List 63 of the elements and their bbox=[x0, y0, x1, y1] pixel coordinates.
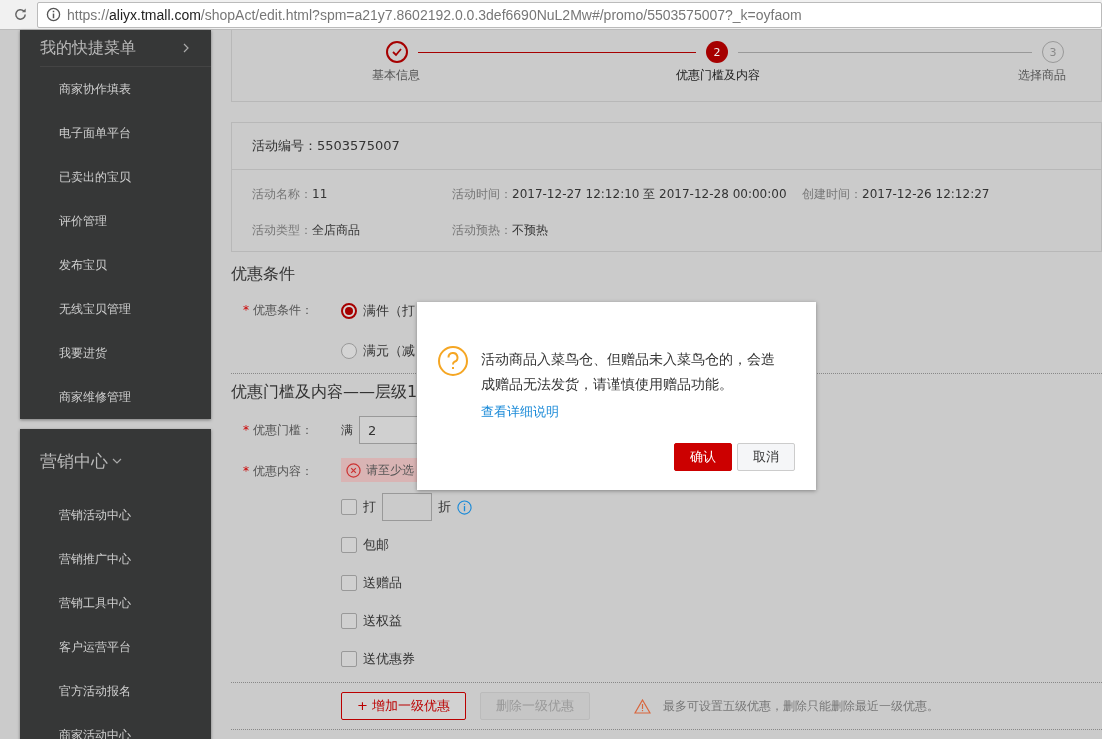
confirm-button[interactable]: 确认 bbox=[674, 443, 732, 471]
activity-id: 活动编号：5503575007 bbox=[252, 137, 400, 155]
section-title: 优惠条件 bbox=[231, 264, 296, 285]
info-field: 活动类型：全店商品 bbox=[252, 222, 452, 239]
required-mark: * bbox=[243, 464, 249, 478]
checkbox-label: 打 bbox=[363, 498, 376, 516]
cancel-button[interactable]: 取消 bbox=[737, 443, 795, 471]
checkbox-label: 包邮 bbox=[363, 536, 389, 554]
info-field: 活动预热：不预热 bbox=[452, 222, 802, 239]
step-label[interactable]: 选择商品 bbox=[983, 67, 1101, 84]
checkbox[interactable] bbox=[341, 575, 357, 591]
info-icon bbox=[46, 7, 61, 22]
url-text: https://aliyx.tmall.com/shopAct/edit.html?spm=a21y7.8602192.0.0.3def6690NuL2Mw#/promo/5503575007?_k=oyfaom bbox=[67, 6, 802, 23]
section-title: 优惠门槛及内容——层级1 bbox=[231, 382, 418, 403]
sidebar-item[interactable]: 评价管理 bbox=[20, 199, 211, 243]
add-level-button[interactable]: + 增加一级优惠 bbox=[341, 692, 467, 720]
sidebar-item[interactable]: 无线宝贝管理 bbox=[20, 287, 211, 331]
form-label: 优惠条件： bbox=[253, 303, 313, 317]
details-link[interactable]: 查看详细说明 bbox=[481, 404, 559, 419]
sidebar-item[interactable]: 我要进货 bbox=[20, 331, 211, 375]
question-icon bbox=[437, 345, 469, 377]
required-mark: * bbox=[243, 303, 249, 317]
threshold-prefix: 满 bbox=[341, 421, 353, 439]
address-field[interactable]: https://aliyx.tmall.com/shopAct/edit.html?spm=a21y7.8602192.0.0.3def6690NuL2Mw#/promo/5503575007?_k=oyfaom bbox=[37, 1, 1102, 28]
radio-option[interactable]: 满件（打 bbox=[341, 302, 415, 320]
step-label[interactable]: 基本信息 bbox=[337, 67, 455, 84]
checkbox[interactable] bbox=[341, 499, 357, 515]
checkbox-label: 送优惠券 bbox=[363, 650, 415, 668]
step-number: 2 bbox=[706, 41, 728, 63]
sidebar-item[interactable]: 已卖出的宝贝 bbox=[20, 155, 211, 199]
sidebar-item[interactable]: 商家协作填表 bbox=[20, 67, 211, 111]
sidebar-item[interactable]: 商家维修管理 bbox=[20, 375, 211, 419]
sidebar-item[interactable]: 营销推广中心 bbox=[20, 537, 211, 581]
radio-option[interactable]: 满元（减 bbox=[341, 342, 415, 360]
sidebar-item[interactable]: 营销工具中心 bbox=[20, 581, 211, 625]
dialog-message: 活动商品入菜鸟仓、但赠品未入菜鸟仓的，会造成赠品无法发货，请谨慎使用赠品功能。 bbox=[481, 350, 776, 394]
notice-text: 最多可设置五级优惠，删除只能删除最近一级优惠。 bbox=[663, 697, 940, 715]
info-field: 活动时间：2017-12-27 12:12:10 至 2017-12-28 00:00:00 bbox=[452, 186, 802, 203]
error-icon bbox=[346, 462, 361, 478]
checkbox[interactable] bbox=[341, 537, 357, 553]
step-label[interactable]: 优惠门槛及内容 bbox=[658, 67, 777, 84]
sidebar-item[interactable]: 营销活动中心 bbox=[20, 493, 211, 537]
form-label: 优惠门槛： bbox=[253, 422, 313, 437]
info-field: 创建时间：2017-12-26 12:12:27 bbox=[802, 186, 1102, 203]
unit-label: 折 bbox=[438, 498, 451, 516]
warning-icon bbox=[634, 698, 652, 714]
error-message: 请至少选 bbox=[341, 458, 418, 482]
info-icon bbox=[457, 499, 472, 515]
sidebar-item[interactable]: 电子面单平台 bbox=[20, 111, 211, 155]
reload-icon bbox=[13, 7, 28, 22]
info-field: 活动名称：11 bbox=[252, 186, 452, 203]
sidebar-item[interactable]: 官方活动报名 bbox=[20, 669, 211, 713]
menu-section-title[interactable]: 我的快捷菜单 bbox=[40, 30, 211, 67]
checkbox-label: 送赠品 bbox=[363, 574, 402, 592]
checkbox-label: 送权益 bbox=[363, 612, 402, 630]
sidebar-item[interactable]: 客户运营平台 bbox=[20, 625, 211, 669]
required-mark: * bbox=[243, 422, 249, 437]
menu-section-title[interactable]: 营销中心 bbox=[40, 429, 211, 493]
discount-field[interactable] bbox=[382, 493, 432, 521]
sidebar-item[interactable]: 发布宝贝 bbox=[20, 243, 211, 287]
form-label: 优惠内容： bbox=[253, 464, 313, 478]
checkbox[interactable] bbox=[341, 613, 357, 629]
checkbox[interactable] bbox=[341, 651, 357, 667]
